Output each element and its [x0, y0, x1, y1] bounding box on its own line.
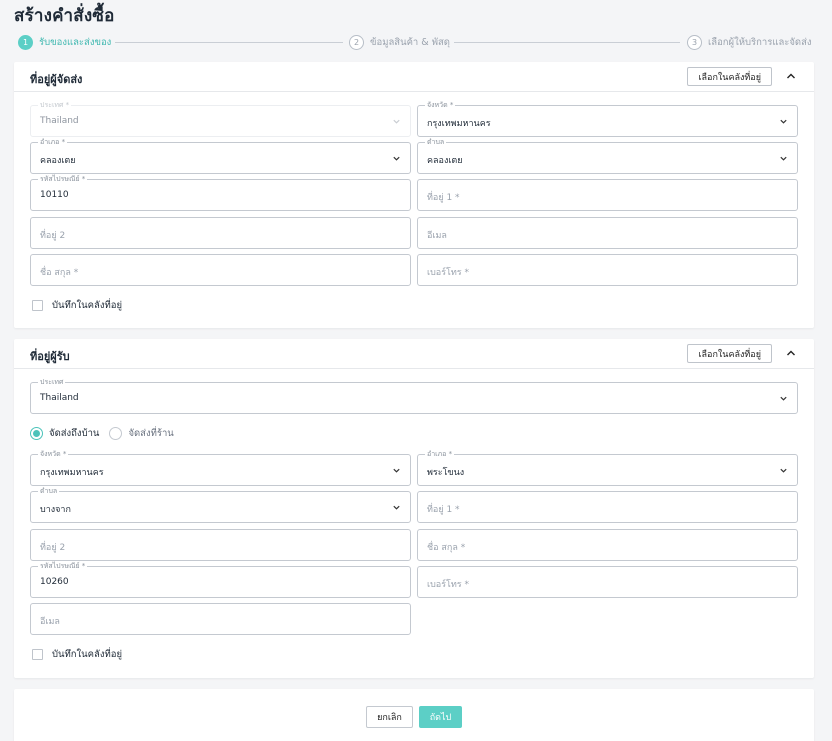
step-label: ข้อมูลสินค้า & พัสดุ — [370, 37, 450, 48]
name-field[interactable]: ชื่อ สกุล * — [30, 254, 411, 286]
field-label: ประเทศ * — [38, 100, 72, 110]
card-header: ที่อยู่ผู้จัดส่ง เลือกในคลังที่อยู่ — [14, 62, 814, 92]
step-number: 1 — [18, 35, 33, 50]
store-delivery-label[interactable]: จัดส่งที่ร้าน — [128, 426, 173, 441]
subdistrict-select[interactable]: ตำบล คลองเตย — [417, 137, 798, 174]
field-label: จังหวัด * — [38, 449, 69, 459]
home-delivery-radio[interactable] — [30, 427, 43, 440]
field-label: อำเภอ * — [38, 137, 68, 147]
field-value: กรุงเทพมหานคร — [40, 468, 104, 478]
name-field[interactable]: ชื่อ สกุล * — [417, 529, 798, 561]
step-3[interactable]: 3 เลือกผู้ให้บริการและจัดส่ง — [687, 35, 812, 50]
field-label: อำเภอ * — [425, 449, 455, 459]
field-placeholder: ชื่อ สกุล * — [40, 268, 79, 278]
email-field[interactable]: อีเมล — [417, 217, 798, 249]
field-placeholder: อีเมล — [40, 617, 60, 627]
field-value: 10110 — [40, 190, 69, 200]
address2-field[interactable]: ที่อยู่ 2 — [30, 217, 411, 249]
field-label: ตำบล — [38, 486, 60, 496]
sender-card: ที่อยู่ผู้จัดส่ง เลือกในคลังที่อยู่ ประเ… — [14, 62, 814, 328]
field-placeholder: ที่อยู่ 2 — [40, 543, 66, 553]
step-divider — [115, 42, 343, 43]
address1-field[interactable]: ที่อยู่ 1 * — [417, 491, 798, 523]
field-value: บางจาก — [40, 505, 71, 515]
step-1[interactable]: 1 รับของและส่งของ — [18, 35, 111, 50]
country-select[interactable]: ประเทศ Thailand — [30, 377, 798, 414]
email-field[interactable]: อีเมล — [30, 603, 411, 635]
page-title: สร้างคำสั่งซื้อ — [14, 6, 115, 26]
chevron-down-icon — [393, 468, 400, 473]
chevron-down-icon — [393, 156, 400, 161]
cancel-button[interactable]: ยกเลิก — [366, 706, 413, 728]
chevron-down-icon — [393, 505, 400, 510]
postcode-field[interactable]: รหัสไปรษณีย์ * 10260 — [30, 561, 411, 598]
save-address-label: บันทึกในคลังที่อยู่ — [52, 300, 123, 311]
field-placeholder: ที่อยู่ 2 — [40, 231, 66, 241]
save-address-label: บันทึกในคลังที่อยู่ — [52, 649, 123, 660]
save-address-checkbox-row[interactable]: บันทึกในคลังที่อยู่ — [32, 647, 122, 662]
field-label: รหัสไปรษณีย์ * — [38, 561, 88, 571]
district-select[interactable]: อำเภอ * พระโขนง — [417, 449, 798, 486]
field-value: พระโขนง — [427, 468, 465, 478]
pick-from-address-book-button[interactable]: เลือกในคลังที่อยู่ — [687, 344, 772, 363]
field-placeholder: อีเมล — [427, 231, 447, 241]
phone-field[interactable]: เบอร์โทร * — [417, 566, 798, 598]
field-placeholder: เบอร์โทร * — [427, 580, 469, 590]
address1-field[interactable]: ที่อยู่ 1 * — [417, 179, 798, 211]
chevron-down-icon — [780, 119, 787, 124]
next-button[interactable]: ถัดไป — [419, 706, 462, 728]
step-label: เลือกผู้ให้บริการและจัดส่ง — [708, 37, 812, 48]
step-label: รับของและส่งของ — [39, 37, 112, 48]
province-select[interactable]: จังหวัด * กรุงเทพมหานคร — [30, 449, 411, 486]
chevron-up-icon[interactable] — [786, 348, 796, 358]
step-number: 3 — [687, 35, 702, 50]
save-address-checkbox-row[interactable]: บันทึกในคลังที่อยู่ — [32, 298, 122, 313]
card-title: ที่อยู่ผู้รับ — [30, 350, 70, 363]
field-placeholder: เบอร์โทร * — [427, 268, 469, 278]
field-value: คลองเตย — [427, 156, 463, 166]
home-delivery-label[interactable]: จัดส่งถึงบ้าน — [49, 426, 99, 441]
stepper: 1 รับของและส่งของ 2 ข้อมูลสินค้า & พัสดุ… — [18, 35, 812, 51]
chevron-up-icon[interactable] — [786, 71, 796, 81]
field-placeholder: ที่อยู่ 1 * — [427, 505, 460, 515]
save-address-checkbox[interactable] — [32, 649, 43, 660]
district-select[interactable]: อำเภอ * คลองเตย — [30, 137, 411, 174]
field-label: ตำบล — [425, 137, 447, 147]
receiver-card: ที่อยู่ผู้รับ เลือกในคลังที่อยู่ ประเทศ … — [14, 339, 814, 678]
province-select[interactable]: จังหวัด * กรุงเทพมหานคร — [417, 100, 798, 137]
field-value: Thailand — [40, 116, 79, 126]
chevron-down-icon — [780, 156, 787, 161]
field-value: คลองเตย — [40, 156, 76, 166]
footer-actions: ยกเลิก ถัดไป — [14, 689, 814, 741]
field-label: จังหวัด * — [425, 100, 456, 110]
chevron-down-icon — [393, 119, 400, 124]
step-divider — [454, 42, 680, 43]
store-delivery-radio[interactable] — [109, 427, 123, 440]
step-2[interactable]: 2 ข้อมูลสินค้า & พัสดุ — [349, 35, 450, 50]
address2-field[interactable]: ที่อยู่ 2 — [30, 529, 411, 561]
step-number: 2 — [349, 35, 364, 50]
card-title: ที่อยู่ผู้จัดส่ง — [30, 73, 83, 86]
field-label: ประเทศ — [38, 377, 66, 387]
country-select[interactable]: ประเทศ * Thailand — [30, 100, 411, 137]
pick-from-address-book-button[interactable]: เลือกในคลังที่อยู่ — [687, 67, 772, 86]
subdistrict-select[interactable]: ตำบล บางจาก — [30, 486, 411, 523]
field-value: กรุงเทพมหานคร — [427, 119, 491, 129]
phone-field[interactable]: เบอร์โทร * — [417, 254, 798, 286]
chevron-down-icon — [780, 396, 787, 401]
field-label: รหัสไปรษณีย์ * — [38, 174, 88, 184]
field-value: Thailand — [40, 393, 79, 403]
card-header: ที่อยู่ผู้รับ เลือกในคลังที่อยู่ — [14, 339, 814, 369]
field-value: 10260 — [40, 577, 69, 587]
chevron-down-icon — [780, 468, 787, 473]
field-placeholder: ที่อยู่ 1 * — [427, 193, 460, 203]
delivery-method-group: จัดส่งถึงบ้าน จัดส่งที่ร้าน — [30, 426, 184, 441]
field-placeholder: ชื่อ สกุล * — [427, 543, 466, 553]
save-address-checkbox[interactable] — [32, 300, 43, 311]
postcode-field[interactable]: รหัสไปรษณีย์ * 10110 — [30, 174, 411, 211]
